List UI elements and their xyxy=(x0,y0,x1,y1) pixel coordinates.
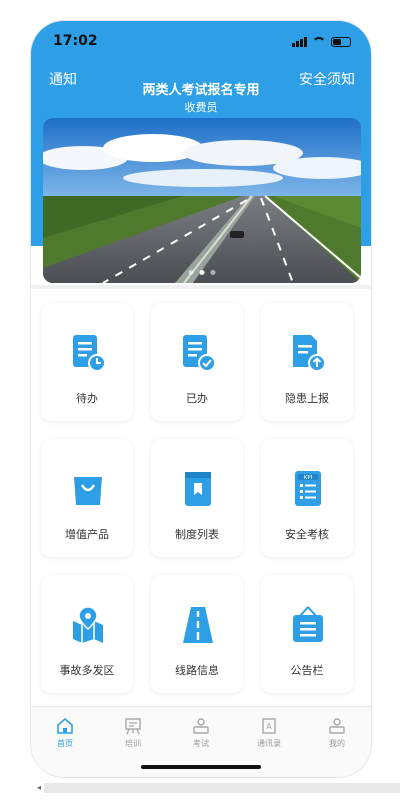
profile-icon xyxy=(329,718,345,734)
report-upload-icon xyxy=(293,335,326,372)
training-icon xyxy=(125,718,141,735)
tile-regulations[interactable]: 制度列表 xyxy=(151,439,243,557)
battery-icon xyxy=(331,37,351,47)
shopping-bag-icon xyxy=(74,477,102,505)
tile-label: 安全考核 xyxy=(285,528,329,541)
tab-label: 培训 xyxy=(125,739,141,748)
tile-label: 制度列表 xyxy=(175,528,219,541)
highway-banner[interactable] xyxy=(43,118,361,283)
tile-label: 隐患上报 xyxy=(285,392,329,405)
tile-label: 线路信息 xyxy=(175,664,219,677)
tile-label: 增值产品 xyxy=(65,528,109,541)
app-title: 两类人考试报名专用 xyxy=(142,83,260,98)
phone-frame: 17:02 通知 安全须知 两类人考试报名专用 收费员 待办 已办 隐患上报 增… xyxy=(30,20,372,778)
section-divider xyxy=(31,285,371,289)
home-icon xyxy=(57,717,73,734)
banner-pagination xyxy=(188,270,216,275)
svg-text:A: A xyxy=(266,722,272,731)
tile-pending[interactable]: 待办 xyxy=(41,303,133,421)
tab-home[interactable]: 首页 xyxy=(31,707,99,777)
map-pin-icon xyxy=(73,606,103,643)
tab-label: 首页 xyxy=(57,739,73,748)
pending-doc-icon xyxy=(73,335,106,372)
pagination-dot[interactable] xyxy=(188,270,194,275)
road-icon xyxy=(183,607,213,643)
kpi-icon: KPI xyxy=(295,471,321,506)
feature-grid: 待办 已办 隐患上报 增值产品 制度列表 KPI 安全考核 事故多发区 线路信息… xyxy=(41,303,363,693)
wifi-icon xyxy=(312,37,326,47)
status-icons xyxy=(292,37,351,47)
tile-accident-zone[interactable]: 事故多发区 xyxy=(41,575,133,693)
svg-text:KPI: KPI xyxy=(304,475,313,481)
book-icon xyxy=(185,472,211,506)
tile-done[interactable]: 已办 xyxy=(151,303,243,421)
tile-label: 待办 xyxy=(76,392,98,405)
horizontal-scrollbar[interactable] xyxy=(44,783,400,793)
tile-safety-assessment[interactable]: KPI 安全考核 xyxy=(261,439,353,557)
tile-value-added[interactable]: 增值产品 xyxy=(41,439,133,557)
app-subtitle: 收费员 xyxy=(184,101,218,114)
status-time: 17:02 xyxy=(53,33,98,49)
scroll-left-arrow[interactable]: ◂ xyxy=(34,783,44,793)
bottom-tab-bar: 首页 培训 考试 A 通讯录 我的 xyxy=(31,706,371,777)
tile-label: 已办 xyxy=(186,392,208,405)
tile-bulletin[interactable]: 公告栏 xyxy=(261,575,353,693)
tab-label: 考试 xyxy=(193,739,209,748)
tab-profile[interactable]: 我的 xyxy=(303,707,371,777)
pagination-dot-active[interactable] xyxy=(199,270,205,275)
done-doc-icon xyxy=(183,335,216,372)
exam-icon xyxy=(193,718,209,734)
tile-label: 公告栏 xyxy=(290,664,324,677)
tile-label: 事故多发区 xyxy=(59,664,115,677)
highway-banner-image xyxy=(43,118,361,283)
contacts-icon: A xyxy=(262,718,276,734)
signal-icon xyxy=(292,37,307,47)
tile-hazard-report[interactable]: 隐患上报 xyxy=(261,303,353,421)
home-indicator[interactable] xyxy=(141,765,261,769)
tab-label: 通讯录 xyxy=(257,739,281,748)
tab-label: 我的 xyxy=(329,739,345,748)
status-bar: 17:02 xyxy=(53,33,351,53)
bulletin-board-icon xyxy=(293,606,323,642)
pagination-dot[interactable] xyxy=(210,270,216,275)
tile-route-info[interactable]: 线路信息 xyxy=(151,575,243,693)
